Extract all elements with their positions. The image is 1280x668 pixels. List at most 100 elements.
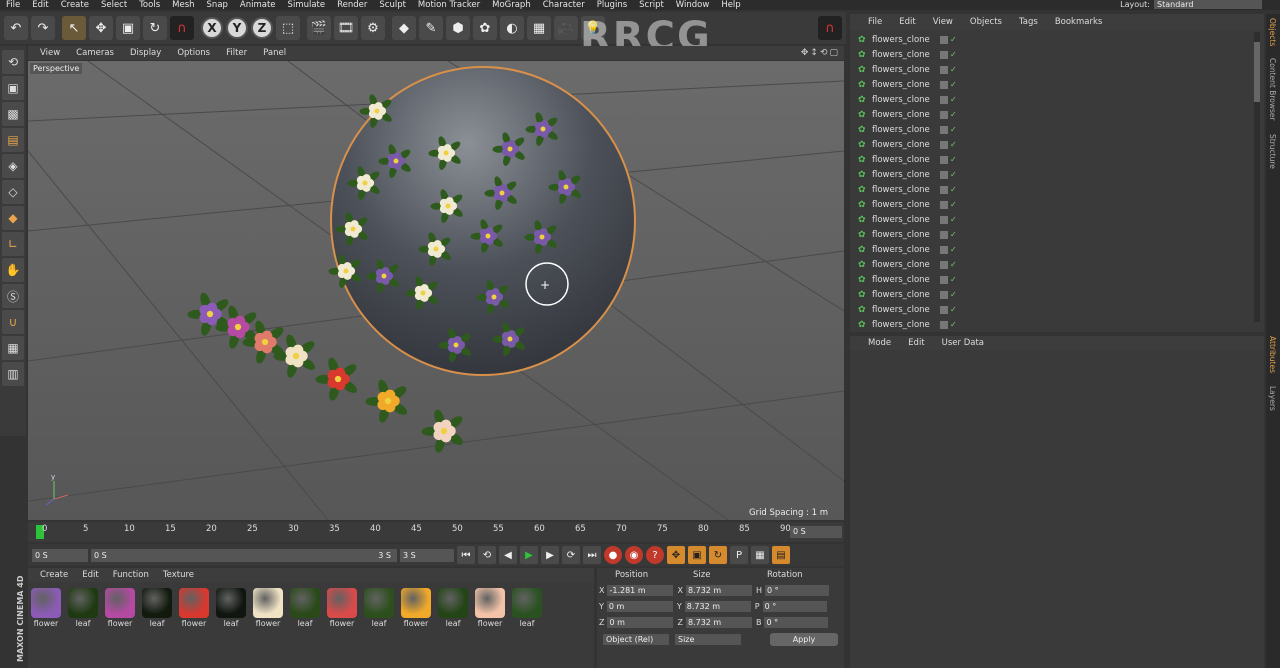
object-row[interactable]: ✿ flowers_clone ✓ [858, 302, 1254, 317]
cube-icon[interactable]: ◆ [392, 16, 416, 40]
tweak-mode-icon[interactable]: ✋ [2, 258, 24, 282]
enabled-check-icon[interactable]: ✓ [950, 35, 957, 44]
visibility-toggle[interactable] [940, 80, 948, 89]
enabled-check-icon[interactable]: ✓ [950, 80, 957, 89]
record-icon[interactable]: ● [604, 546, 622, 564]
object-name[interactable]: flowers_clone [872, 170, 938, 180]
material-swatch[interactable]: leaf [437, 588, 469, 628]
menu-item-help[interactable]: Help [715, 0, 746, 10]
material-swatch[interactable]: flower [178, 588, 210, 628]
menu-item-script[interactable]: Script [633, 0, 670, 10]
object-row[interactable]: ✿ flowers_clone ✓ [858, 152, 1254, 167]
start-time-field[interactable]: 0 S [32, 548, 88, 562]
object-name[interactable]: flowers_clone [872, 65, 938, 75]
material-menu-edit[interactable]: Edit [76, 570, 106, 580]
size-field[interactable]: 8.732 m [684, 600, 751, 612]
visibility-toggle[interactable] [940, 35, 948, 44]
enabled-check-icon[interactable]: ✓ [950, 200, 957, 209]
object-name[interactable]: flowers_clone [872, 245, 938, 255]
material-swatch[interactable]: leaf [511, 588, 543, 628]
enabled-check-icon[interactable]: ✓ [950, 290, 957, 299]
object-name[interactable]: flowers_clone [872, 140, 938, 150]
menu-item-edit[interactable]: Edit [26, 0, 54, 10]
material-menu-function[interactable]: Function [107, 570, 157, 580]
texture-mode-icon[interactable]: ▩ [2, 102, 24, 126]
material-menu-texture[interactable]: Texture [157, 570, 202, 580]
side-tab-layers[interactable]: Layers [1268, 386, 1277, 411]
scale-icon[interactable]: ▣ [116, 16, 140, 40]
object-menu-bookmarks[interactable]: Bookmarks [1047, 17, 1112, 27]
enabled-check-icon[interactable]: ✓ [950, 65, 957, 74]
object-row[interactable]: ✿ flowers_clone ✓ [858, 32, 1254, 47]
pla-key-icon[interactable]: ▦ [751, 546, 769, 564]
attribute-menu-user-data[interactable]: User Data [934, 338, 993, 348]
object-name[interactable]: flowers_clone [872, 305, 938, 315]
next-frame-icon[interactable]: ▶ [541, 546, 559, 564]
previous-key-icon[interactable]: ⟲ [478, 546, 496, 564]
side-tab-attributes[interactable]: Attributes [1268, 336, 1277, 373]
coordinate-system-icon[interactable]: ⬚ [276, 16, 300, 40]
attribute-menu-mode[interactable]: Mode [860, 338, 900, 348]
attribute-menu-edit[interactable]: Edit [900, 338, 933, 348]
position-key-icon[interactable]: ✥ [667, 546, 685, 564]
edges-mode-icon[interactable]: ◇ [2, 180, 24, 204]
magnet-icon[interactable]: ∩ [170, 16, 194, 40]
points-mode-icon[interactable]: ◈ [2, 154, 24, 178]
camera-icon[interactable]: 🎥 [554, 16, 578, 40]
model-mode-icon[interactable]: ▣ [2, 76, 24, 100]
render-view-icon[interactable]: 🎬 [307, 16, 331, 40]
material-menu-create[interactable]: Create [34, 570, 76, 580]
play-icon[interactable]: ▶ [520, 546, 538, 564]
side-tab-content-browser[interactable]: Content Browser [1268, 58, 1277, 121]
viewport-menu-view[interactable]: View [32, 48, 68, 58]
object-name[interactable]: flowers_clone [872, 320, 938, 330]
object-list-scrollbar[interactable] [1254, 32, 1260, 322]
enabled-check-icon[interactable]: ✓ [950, 245, 957, 254]
enabled-check-icon[interactable]: ✓ [950, 110, 957, 119]
deformer-icon[interactable]: ◐ [500, 16, 524, 40]
viewport-navigation-icons[interactable]: ✥↕⟲▢ [801, 48, 840, 58]
material-swatch[interactable]: leaf [141, 588, 173, 628]
visibility-toggle[interactable] [940, 200, 948, 209]
visibility-toggle[interactable] [940, 155, 948, 164]
z-axis-icon[interactable]: Z [251, 17, 273, 39]
next-key-icon[interactable]: ⟳ [562, 546, 580, 564]
go-to-start-icon[interactable]: ⏮ [457, 546, 475, 564]
object-name[interactable]: flowers_clone [872, 95, 938, 105]
enabled-check-icon[interactable]: ✓ [950, 50, 957, 59]
object-name[interactable]: flowers_clone [872, 215, 938, 225]
object-name[interactable]: flowers_clone [872, 230, 938, 240]
live-selection-icon[interactable]: ↖ [62, 16, 86, 40]
menu-item-select[interactable]: Select [95, 0, 133, 10]
position-field[interactable]: -1.281 m [607, 584, 674, 596]
material-swatch[interactable]: leaf [289, 588, 321, 628]
visibility-toggle[interactable] [940, 320, 948, 329]
object-row[interactable]: ✿ flowers_clone ✓ [858, 122, 1254, 137]
visibility-toggle[interactable] [940, 95, 948, 104]
material-swatch[interactable]: flower [104, 588, 136, 628]
material-swatch[interactable]: flower [474, 588, 506, 628]
material-swatch[interactable]: leaf [215, 588, 247, 628]
viewport-menu-options[interactable]: Options [169, 48, 218, 58]
material-swatch[interactable]: flower [252, 588, 284, 628]
visibility-toggle[interactable] [940, 140, 948, 149]
enabled-check-icon[interactable]: ✓ [950, 215, 957, 224]
object-row[interactable]: ✿ flowers_clone ✓ [858, 92, 1254, 107]
axis-mode-icon[interactable]: ∟ [2, 232, 24, 256]
menu-item-mograph[interactable]: MoGraph [486, 0, 537, 10]
menu-item-file[interactable]: File [0, 0, 26, 10]
enabled-check-icon[interactable]: ✓ [950, 155, 957, 164]
workplane-lock-icon[interactable]: ▦ [2, 336, 24, 360]
material-swatch[interactable]: leaf [363, 588, 395, 628]
scale-key-icon[interactable]: ▣ [688, 546, 706, 564]
side-tab-structure[interactable]: Structure [1268, 134, 1277, 169]
size-field[interactable]: 8.732 m [685, 584, 752, 596]
previous-frame-icon[interactable]: ◀ [499, 546, 517, 564]
object-name[interactable]: flowers_clone [872, 35, 938, 45]
end-time-field[interactable]: 3 S [400, 548, 454, 562]
side-tab-objects[interactable]: Objects [1268, 18, 1277, 46]
menu-item-create[interactable]: Create [55, 0, 95, 10]
visibility-toggle[interactable] [940, 170, 948, 179]
menu-item-mesh[interactable]: Mesh [166, 0, 200, 10]
visibility-toggle[interactable] [940, 65, 948, 74]
